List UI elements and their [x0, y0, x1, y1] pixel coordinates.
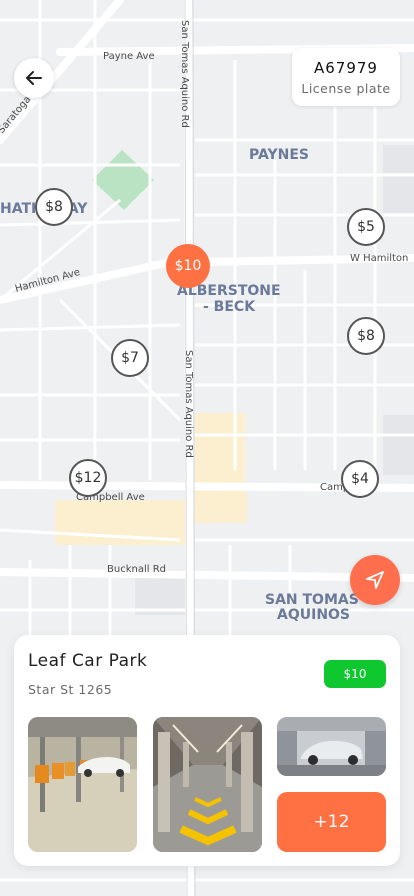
plate-label: License plate [301, 81, 391, 96]
price-pin[interactable]: $7 [111, 339, 149, 377]
more-photos-button[interactable]: +12 [277, 792, 386, 852]
svg-text:San Tomas Aquino Rd: San Tomas Aquino Rd [183, 350, 194, 458]
price-pin[interactable]: $4 [341, 460, 379, 498]
price-pin[interactable]: $12 [69, 459, 107, 497]
arrow-left-icon [26, 71, 42, 85]
parking-name: Leaf Car Park [28, 651, 148, 671]
parking-photo[interactable] [153, 717, 262, 852]
price-pin-selected[interactable]: $10 [166, 244, 210, 288]
back-button[interactable] [14, 58, 54, 98]
plate-number: A67979 [314, 59, 378, 77]
price-pin[interactable]: $5 [347, 208, 385, 246]
parking-photo[interactable] [28, 717, 137, 852]
parking-address: Star St 1265 [28, 682, 113, 697]
svg-text:Payne Ave: Payne Ave [103, 51, 155, 62]
svg-text:W Hamilton: W Hamilton [350, 253, 408, 264]
license-plate-card[interactable]: A67979 License plate [292, 48, 400, 106]
svg-text:- BECK: - BECK [203, 299, 256, 315]
navigate-button[interactable] [350, 555, 400, 605]
svg-text:San Tomas Aquino Rd: San Tomas Aquino Rd [179, 20, 190, 128]
price-badge: $10 [324, 660, 386, 688]
price-pin[interactable]: $8 [35, 188, 73, 226]
parking-detail-card[interactable]: Leaf Car Park Star St 1265 $10 +12 [14, 635, 400, 866]
svg-text:AQUINOS: AQUINOS [277, 607, 350, 623]
svg-text:SAN TOMAS: SAN TOMAS [265, 592, 359, 608]
navigation-arrow-icon [366, 571, 384, 589]
parking-photo[interactable] [277, 717, 386, 776]
svg-text:PAYNES: PAYNES [249, 147, 309, 163]
svg-text:Bucknall Rd: Bucknall Rd [107, 564, 166, 575]
price-pin[interactable]: $8 [347, 317, 385, 355]
